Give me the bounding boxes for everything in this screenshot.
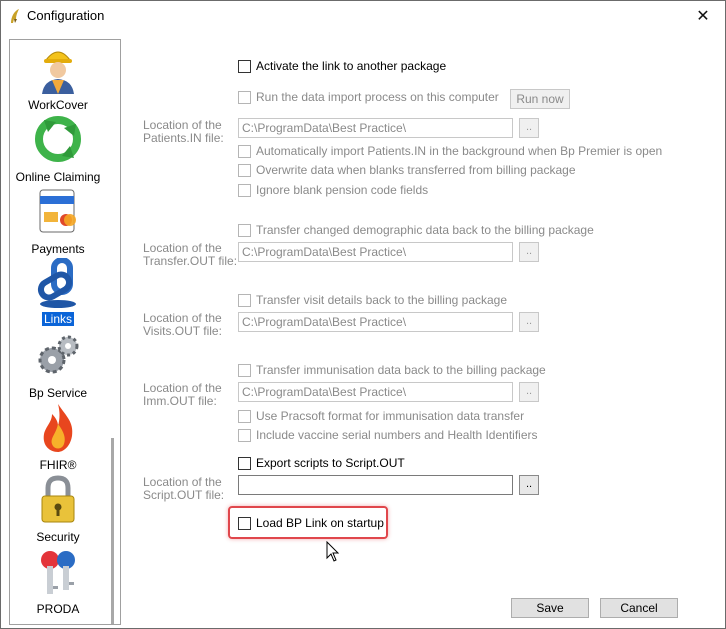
transfer-out-browse-button: .. [519, 242, 539, 262]
patients-in-path-field: C:\ProgramData\Best Practice\ [238, 118, 513, 138]
title-bar: Configuration ✕ [1, 1, 725, 31]
ignore-pension-checkbox-row: Ignore blank pension code fields [238, 183, 428, 197]
sidebar-item-label: PRODA [36, 602, 80, 616]
activate-link-checkbox[interactable] [238, 59, 251, 73]
sidebar-item-security[interactable]: Security [10, 474, 106, 546]
activate-link-checkbox-row[interactable]: Activate the link to another package [238, 59, 446, 73]
auto-import-label: Automatically import Patients.IN in the … [256, 144, 663, 158]
run-import-checkbox [238, 90, 251, 104]
load-bp-link-checkbox-row[interactable]: Load BP Link on startup [238, 516, 384, 530]
chain-link-icon [37, 258, 76, 308]
activate-link-label: Activate the link to another package [256, 59, 447, 73]
vaccine-serial-checkbox-row: Include vaccine serial numbers and Healt… [238, 428, 537, 442]
imm-out-location-label: Location of the Imm.OUT file: [143, 381, 222, 408]
gears-icon [38, 335, 79, 374]
sidebar-item-label: Links [41, 312, 75, 326]
visits-out-browse-button: .. [519, 312, 539, 332]
run-import-label: Run the data import process on this comp… [256, 90, 499, 104]
sidebar-item-fhir[interactable]: FHIR® [10, 402, 106, 474]
script-out-browse-button[interactable]: .. [519, 475, 539, 495]
flame-icon [43, 404, 73, 452]
cancel-button[interactable]: Cancel [600, 598, 678, 618]
auto-import-checkbox [238, 144, 251, 158]
script-out-location-label: Location of the Script.OUT file: [143, 475, 225, 502]
sidebar-item-payments[interactable]: Payments [10, 186, 106, 258]
wing-logo-icon [11, 9, 19, 23]
export-scripts-checkbox-row[interactable]: Export scripts to Script.OUT [238, 456, 405, 470]
ignore-pension-checkbox [238, 183, 251, 197]
pracsoft-checkbox-row: Use Pracsoft format for immunisation dat… [238, 409, 524, 423]
sidebar-item-proda[interactable]: PRODA [10, 546, 106, 618]
transfer-demographic-checkbox [238, 223, 251, 237]
sidebar-item-links[interactable]: Links [10, 258, 106, 330]
sidebar-item-label: WorkCover [28, 98, 88, 112]
sidebar-item-workcover[interactable]: WorkCover [10, 42, 106, 114]
run-import-checkbox-row: Run the data import process on this comp… [238, 90, 499, 104]
imm-out-browse-button: .. [519, 382, 539, 402]
patients-in-location-label: Location of the Patients.IN file: [143, 118, 224, 145]
save-button[interactable]: Save [511, 598, 589, 618]
sidebar-item-bp-service[interactable]: Bp Service [10, 330, 106, 402]
visits-out-path-field: C:\ProgramData\Best Practice\ [238, 312, 513, 332]
credit-card-icon [39, 189, 76, 233]
keys-icon [41, 551, 75, 594]
mouse-cursor-icon [326, 541, 340, 562]
transfer-demographic-checkbox-row: Transfer changed demographic data back t… [238, 223, 594, 237]
sidebar-item-label: FHIR® [39, 458, 77, 472]
visits-out-location-label: Location of the Visits.OUT file: [143, 311, 222, 338]
imm-out-path-field: C:\ProgramData\Best Practice\ [238, 382, 513, 402]
transfer-visit-label: Transfer visit details back to the billi… [256, 293, 508, 307]
configuration-window: Configuration ✕ WorkCover Online Claimin… [0, 0, 726, 629]
auto-import-checkbox-row: Automatically import Patients.IN in the … [238, 144, 662, 158]
transfer-out-location-label: Location of the Transfer.OUT file: [143, 241, 238, 268]
run-now-button: Run now [510, 89, 570, 109]
recycle-arrows-icon [35, 116, 81, 162]
load-bp-link-checkbox[interactable] [238, 516, 251, 530]
overwrite-blanks-checkbox-row: Overwrite data when blanks transferred f… [238, 163, 576, 177]
pracsoft-label: Use Pracsoft format for immunisation dat… [256, 409, 525, 423]
sidebar-item-label: Security [36, 530, 80, 544]
sidebar-item-online-claiming[interactable]: Online Claiming [10, 114, 106, 186]
transfer-imm-label: Transfer immunisation data back to the b… [256, 363, 546, 377]
transfer-visit-checkbox-row: Transfer visit details back to the billi… [238, 293, 507, 307]
padlock-icon [41, 475, 75, 523]
patients-in-browse-button: .. [519, 118, 539, 138]
transfer-imm-checkbox [238, 363, 251, 377]
export-scripts-checkbox[interactable] [238, 456, 251, 470]
sidebar-item-label: Bp Service [28, 386, 88, 400]
script-out-path-field[interactable] [238, 475, 513, 495]
transfer-demographic-label: Transfer changed demographic data back t… [256, 223, 594, 237]
close-button[interactable]: ✕ [681, 1, 725, 31]
transfer-visit-checkbox [238, 293, 251, 307]
sidebar-item-label: Payments [31, 242, 85, 256]
vaccine-serial-label: Include vaccine serial numbers and Healt… [256, 428, 538, 442]
load-bp-link-label: Load BP Link on startup [256, 516, 384, 530]
category-sidebar: WorkCover Online Claiming Payments Links… [9, 39, 121, 625]
worker-icon [42, 51, 74, 94]
ignore-pension-label: Ignore blank pension code fields [256, 183, 429, 197]
export-scripts-label: Export scripts to Script.OUT [256, 456, 405, 470]
transfer-imm-checkbox-row: Transfer immunisation data back to the b… [238, 363, 546, 377]
sidebar-item-label: Online Claiming [15, 170, 101, 184]
sidebar-scrollbar[interactable] [111, 438, 114, 624]
transfer-out-path-field: C:\ProgramData\Best Practice\ [238, 242, 513, 262]
window-title: Configuration [27, 8, 105, 23]
pracsoft-checkbox [238, 409, 251, 423]
links-settings-panel: Activate the link to another package Run… [121, 39, 725, 629]
overwrite-blanks-label: Overwrite data when blanks transferred f… [256, 163, 576, 177]
vaccine-serial-checkbox [238, 428, 251, 442]
overwrite-blanks-checkbox [238, 163, 251, 177]
